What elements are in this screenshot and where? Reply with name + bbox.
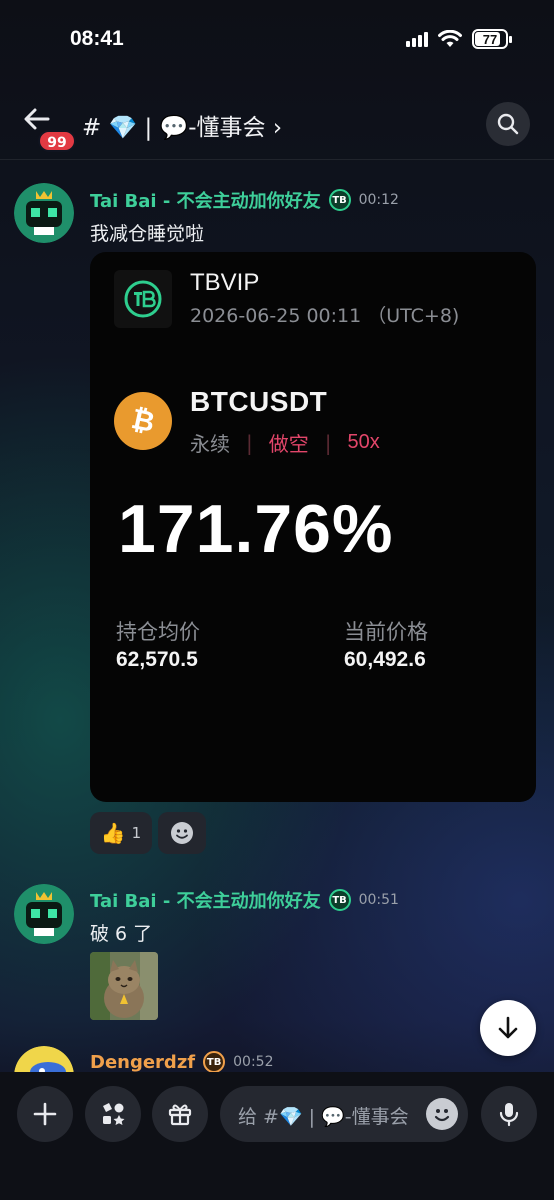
current-price-label: 当前价格 — [344, 620, 428, 644]
search-icon — [497, 113, 519, 135]
scroll-to-bottom-button[interactable] — [480, 1000, 536, 1056]
add-reaction-button[interactable] — [158, 812, 206, 854]
avatar[interactable] — [14, 183, 74, 243]
pnl-percentage: 171.76% — [118, 491, 394, 567]
message-composer: 给 #💎 | 💬-懂事会 — [0, 1072, 554, 1200]
card-date: 2026-06-25 00:11 （UTC+8) — [190, 305, 460, 327]
message-time: 00:51 — [358, 892, 399, 908]
message-text: 破 6 了 — [90, 923, 153, 945]
trading-pair: BTCUSDT — [190, 386, 328, 417]
status-time: 08:41 — [70, 27, 124, 50]
smiley-add-icon — [171, 822, 193, 844]
message-header: Dengerdzf TB 00:52 — [90, 1051, 274, 1073]
leverage: 50x — [347, 431, 380, 453]
svg-text:₿: ₿ — [129, 403, 158, 439]
entry-price-value: 62,570.5 — [116, 648, 198, 671]
unread-badge: 99 — [38, 130, 76, 152]
tag-separator: | — [324, 430, 332, 455]
role-icon: TB — [328, 189, 351, 211]
thumbs-up-icon: 👍 — [100, 821, 126, 845]
message-time: 00:12 — [358, 192, 399, 208]
emoji-picker-button[interactable] — [426, 1098, 458, 1130]
bitcoin-icon: ₿ — [114, 392, 172, 450]
role-icon: TB — [328, 889, 351, 911]
battery-icon: 77 — [472, 29, 512, 49]
channel-title[interactable]: # 💎 | 💬-懂事会 › — [82, 108, 282, 142]
apps-button[interactable] — [85, 1086, 141, 1142]
status-indicators: 77 — [406, 29, 512, 49]
channel-header: 99 # 💎 | 💬-懂事会 › — [0, 90, 554, 160]
cat-sticker-image[interactable] — [90, 952, 158, 1020]
current-price-value: 60,492.6 — [344, 648, 426, 671]
cellular-signal-icon — [406, 31, 428, 47]
trade-card-image[interactable]: TBVIP 2026-06-25 00:11 （UTC+8) ₿ BTCUSDT… — [90, 252, 536, 802]
status-bar: 08:41 77 — [0, 0, 554, 80]
microphone-icon — [499, 1103, 519, 1127]
message-input[interactable]: 给 #💎 | 💬-懂事会 — [220, 1086, 468, 1142]
voice-message-button[interactable] — [481, 1086, 537, 1142]
gift-button[interactable] — [152, 1086, 208, 1142]
message-time: 00:52 — [233, 1054, 274, 1070]
search-button[interactable] — [486, 102, 530, 146]
position-direction: 做空 — [268, 432, 309, 456]
author-name[interactable]: Tai Bai - 不会主动加你好友 — [90, 187, 321, 213]
card-brand: TBVIP — [190, 269, 260, 296]
smiley-icon — [434, 1109, 450, 1122]
message-input-placeholder: 给 #💎 | 💬-懂事会 — [238, 1106, 409, 1128]
author-name[interactable]: Tai Bai - 不会主动加你好友 — [90, 887, 321, 913]
tbvip-logo-icon — [114, 270, 172, 328]
contract-type: 永续 — [190, 432, 230, 456]
entry-price-label: 持仓均价 — [116, 620, 200, 644]
reaction-count: 1 — [131, 824, 142, 842]
position-tags: 永续 | 做空 | 50x — [190, 428, 380, 457]
author-name[interactable]: Dengerdzf — [90, 1052, 195, 1073]
message-text: 我减仓睡觉啦 — [90, 223, 205, 245]
wifi-icon — [438, 30, 462, 47]
plus-icon — [33, 1102, 57, 1126]
reaction-thumbs-up[interactable]: 👍 1 — [90, 812, 152, 854]
add-attachment-button[interactable] — [17, 1086, 73, 1142]
message-header: Tai Bai - 不会主动加你好友 TB 00:12 — [90, 187, 399, 213]
apps-icon — [103, 1103, 125, 1125]
arrow-down-icon — [498, 1016, 518, 1039]
message-header: Tai Bai - 不会主动加你好友 TB 00:51 — [90, 887, 399, 913]
gift-icon — [168, 1104, 192, 1126]
role-icon: TB — [203, 1051, 226, 1073]
tag-separator: | — [246, 430, 253, 455]
avatar[interactable] — [14, 884, 74, 944]
battery-level: 77 — [482, 31, 498, 47]
